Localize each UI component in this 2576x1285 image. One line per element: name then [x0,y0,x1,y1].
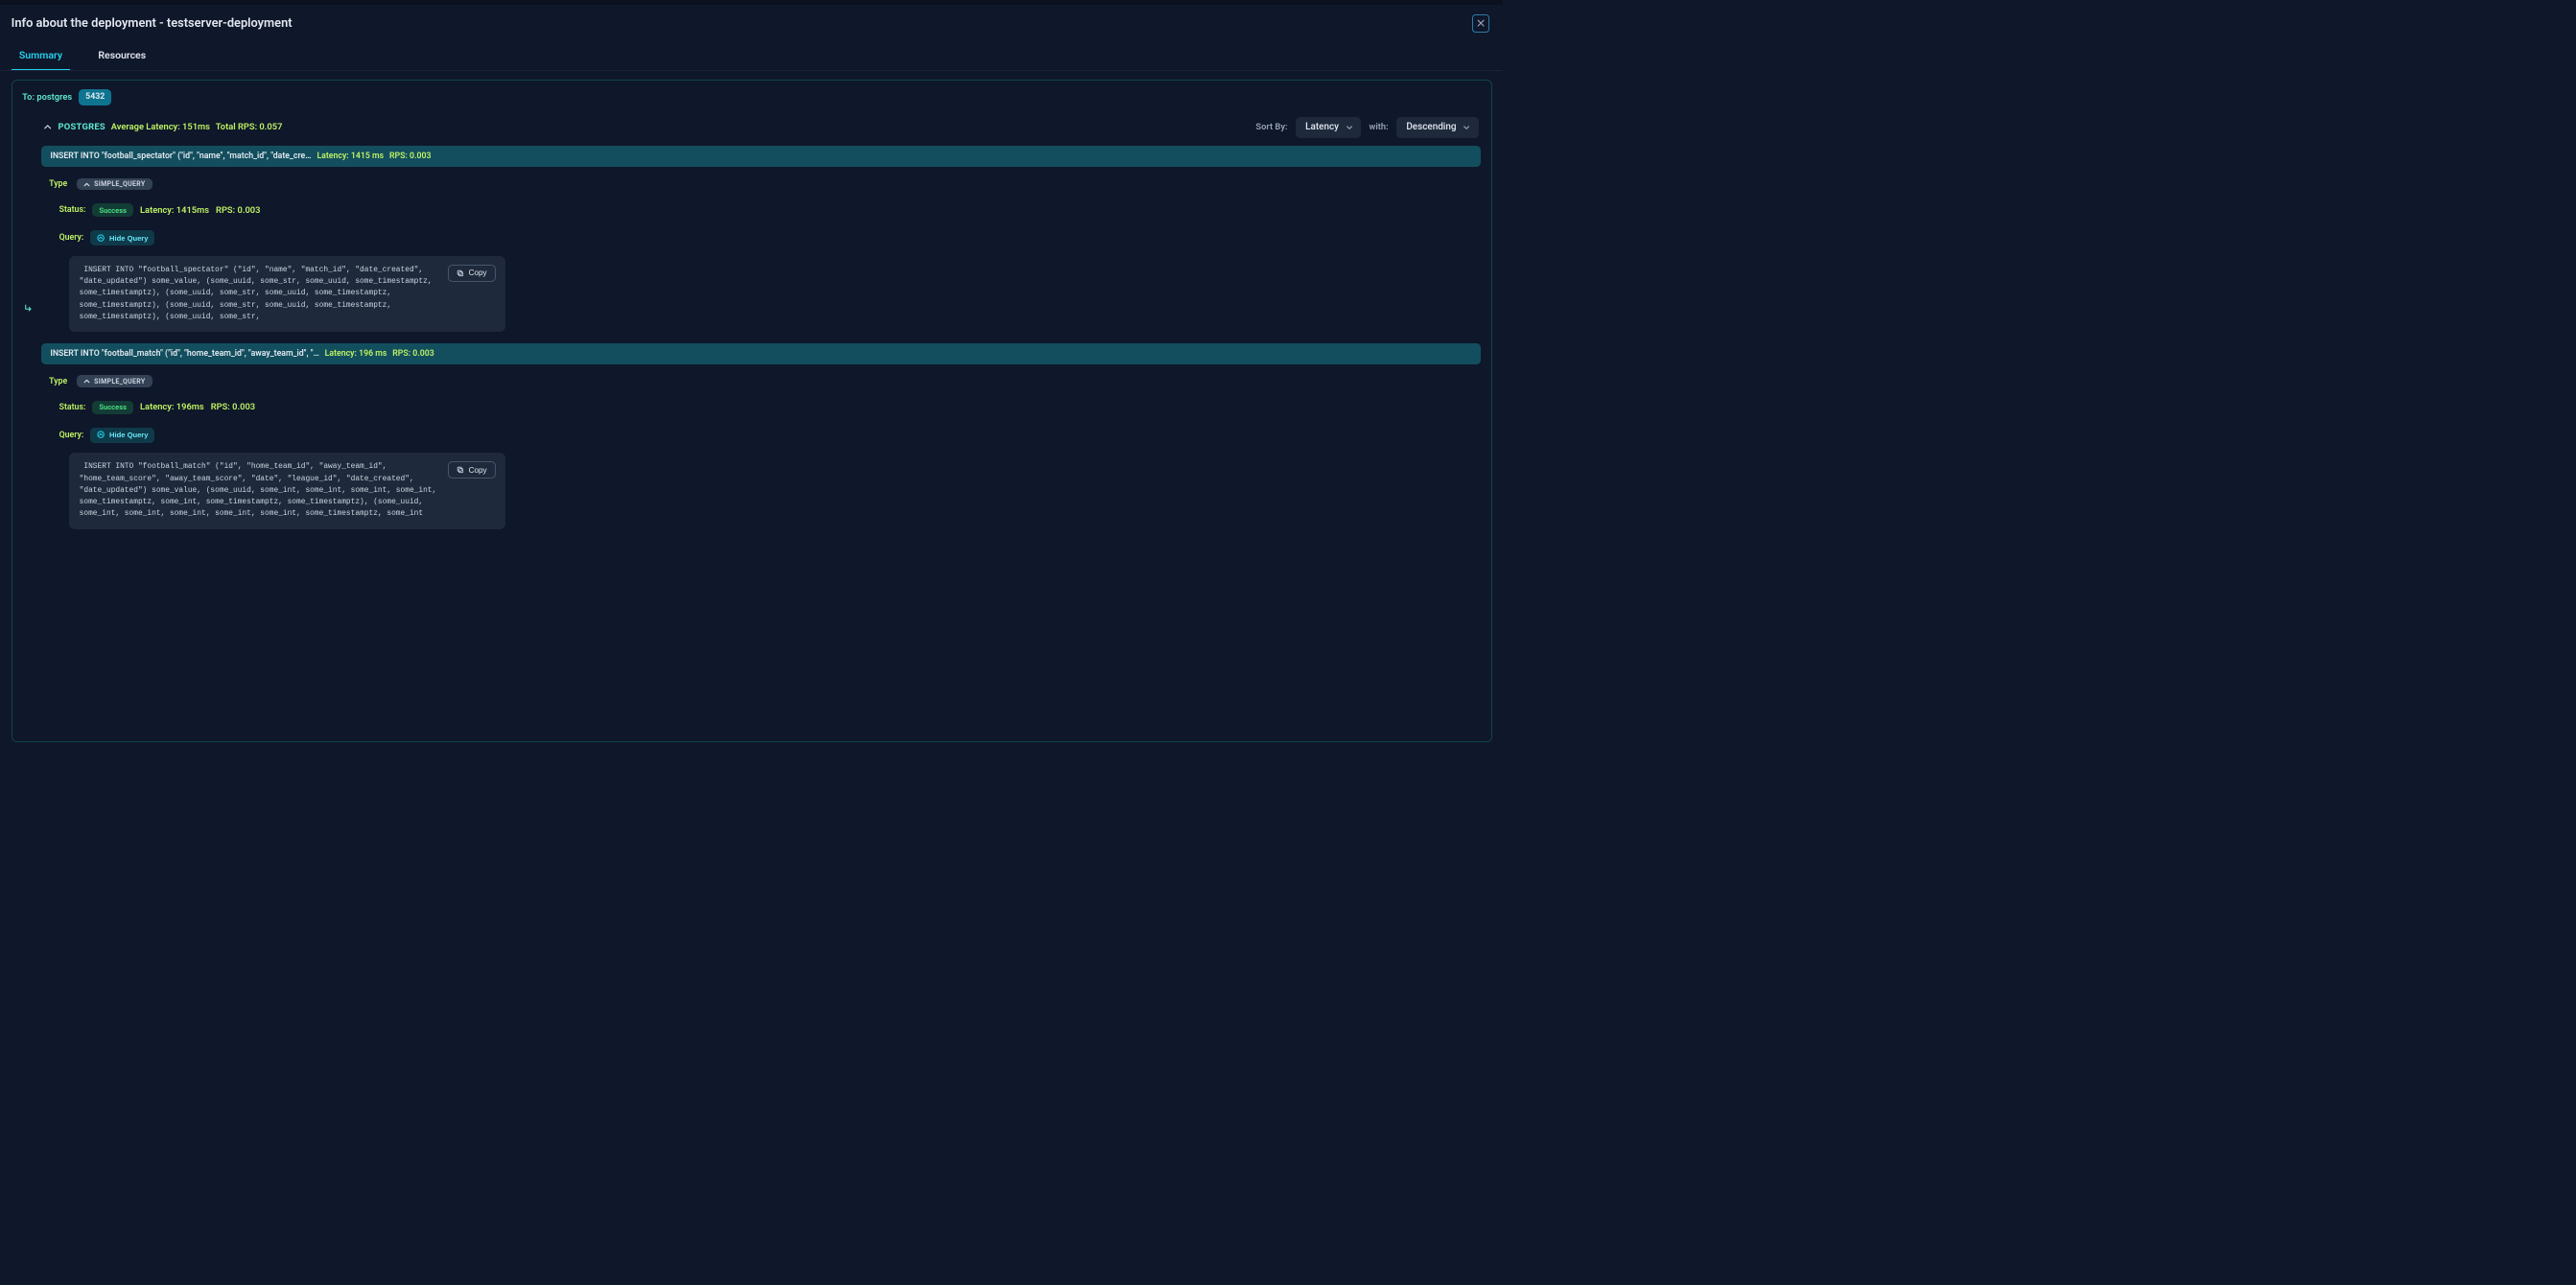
query-code: INSERT INTO "football_spectator" ("id", … [80,265,439,323]
copy-label: Copy [469,269,487,277]
sort-by-value: Latency [1305,122,1339,132]
indent-arrow-column [22,113,35,540]
status-badge: Success [92,401,133,414]
query-title: INSERT INTO "football_match" ("id", "hom… [50,349,319,359]
codeblock-wrap: INSERT INTO "football_match" ("id", "hom… [49,443,1481,529]
status-label: Status: [59,403,86,412]
panel-header: To: postgres 5432 [22,89,1481,105]
copy-label: Copy [469,466,487,475]
modal-header: Info about the deployment - testserver-d… [0,5,1503,43]
protocol-collapse-toggle[interactable] [43,123,52,131]
content-area: To: postgres 5432 POSTGRES Average Late [0,71,1503,749]
sort-by-label: Sort By: [1255,122,1287,132]
chevron-down-icon [1463,124,1470,131]
query-body: Type SIMPLE_QUERY Status: Success Latenc… [41,167,1481,332]
collapse-icon [97,431,105,438]
query-block: INSERT INTO "football_match" ("id", "hom… [41,343,1481,529]
copy-icon [457,466,464,474]
query-header-latency: Latency: 196 ms [325,349,387,359]
to-label: To: postgres [22,92,72,103]
query-block: INSERT INTO "football_spectator" ("id", … [41,146,1481,332]
status-row: Status: Success Latency: 1415ms RPS: 0.0… [49,194,1481,217]
avg-latency: Average Latency: 151ms [111,122,210,132]
corner-arrow-icon [24,304,33,313]
query-row: Query: Hide Query [49,414,1481,443]
close-icon [1477,19,1485,27]
protocol-row: POSTGRES Average Latency: 151ms Total RP… [41,113,1481,146]
query-header[interactable]: INSERT INTO "football_match" ("id", "hom… [41,343,1481,364]
status-badge: Success [92,203,133,217]
query-label: Query: [59,431,84,440]
status-latency: Latency: 1415ms [140,205,209,216]
type-value: SIMPLE_QUERY [94,180,145,188]
deployment-info-modal: Info about the deployment - testserver-d… [0,0,1503,750]
query-header-rps: RPS: 0.003 [392,349,434,359]
type-pill[interactable]: SIMPLE_QUERY [77,375,152,387]
sort-order-select[interactable]: Descending [1396,117,1479,139]
tab-summary[interactable]: Summary [12,42,71,70]
chevron-up-icon [83,181,90,188]
type-label: Type [49,377,67,386]
tab-bar: Summary Resources [0,42,1503,71]
type-pill[interactable]: SIMPLE_QUERY [77,178,152,191]
status-latency: Latency: 196ms [140,402,204,412]
copy-button[interactable]: Copy [448,265,496,282]
chevron-up-icon [43,123,52,131]
type-row: Type SIMPLE_QUERY [49,372,1481,391]
query-header[interactable]: INSERT INTO "football_spectator" ("id", … [41,146,1481,167]
type-value: SIMPLE_QUERY [94,378,145,386]
port-badge: 5432 [79,89,111,105]
type-row: Type SIMPLE_QUERY [49,175,1481,194]
chevron-down-icon [1346,124,1353,131]
protocol-left: POSTGRES Average Latency: 151ms Total RP… [43,122,282,132]
query-label: Query: [59,233,84,243]
collapse-icon [97,234,105,242]
codeblock-wrap: INSERT INTO "football_spectator" ("id", … [49,245,1481,332]
status-row: Status: Success Latency: 196ms RPS: 0.00… [49,390,1481,413]
hide-query-label: Hide Query [109,431,148,439]
hide-query-button[interactable]: Hide Query [90,428,154,443]
query-row: Query: Hide Query [49,217,1481,245]
indent-layout: POSTGRES Average Latency: 151ms Total RP… [22,113,1481,540]
tab-resources[interactable]: Resources [90,42,153,70]
type-label: Type [49,179,67,189]
copy-button[interactable]: Copy [448,461,496,479]
connection-panel: To: postgres 5432 POSTGRES Average Late [12,80,1492,742]
sort-order-value: Descending [1406,122,1456,132]
query-codeblock: INSERT INTO "football_match" ("id", "hom… [69,453,505,529]
status-rps: RPS: 0.003 [216,205,260,216]
query-header-latency: Latency: 1415 ms [316,152,384,161]
hide-query-label: Hide Query [109,234,148,243]
main-column: POSTGRES Average Latency: 151ms Total RP… [41,113,1481,540]
hide-query-button[interactable]: Hide Query [90,230,154,245]
protocol-name: POSTGRES [58,122,105,132]
copy-icon [457,269,464,277]
sort-controls: Sort By: Latency with: Descending [1255,117,1478,139]
status-rps: RPS: 0.003 [211,402,255,412]
query-title: INSERT INTO "football_spectator" ("id", … [50,152,311,161]
query-body: Type SIMPLE_QUERY Status: Success Latenc… [41,364,1481,529]
total-rps: Total RPS: 0.057 [216,122,283,132]
query-code: INSERT INTO "football_match" ("id", "hom… [80,461,439,520]
modal-title: Info about the deployment - testserver-d… [12,16,293,31]
with-label: with: [1369,122,1388,132]
sort-by-select[interactable]: Latency [1296,117,1362,139]
status-label: Status: [59,205,86,215]
chevron-up-icon [83,378,90,385]
close-button[interactable] [1472,14,1490,33]
query-header-rps: RPS: 0.003 [389,152,432,161]
query-codeblock: INSERT INTO "football_spectator" ("id", … [69,256,505,333]
